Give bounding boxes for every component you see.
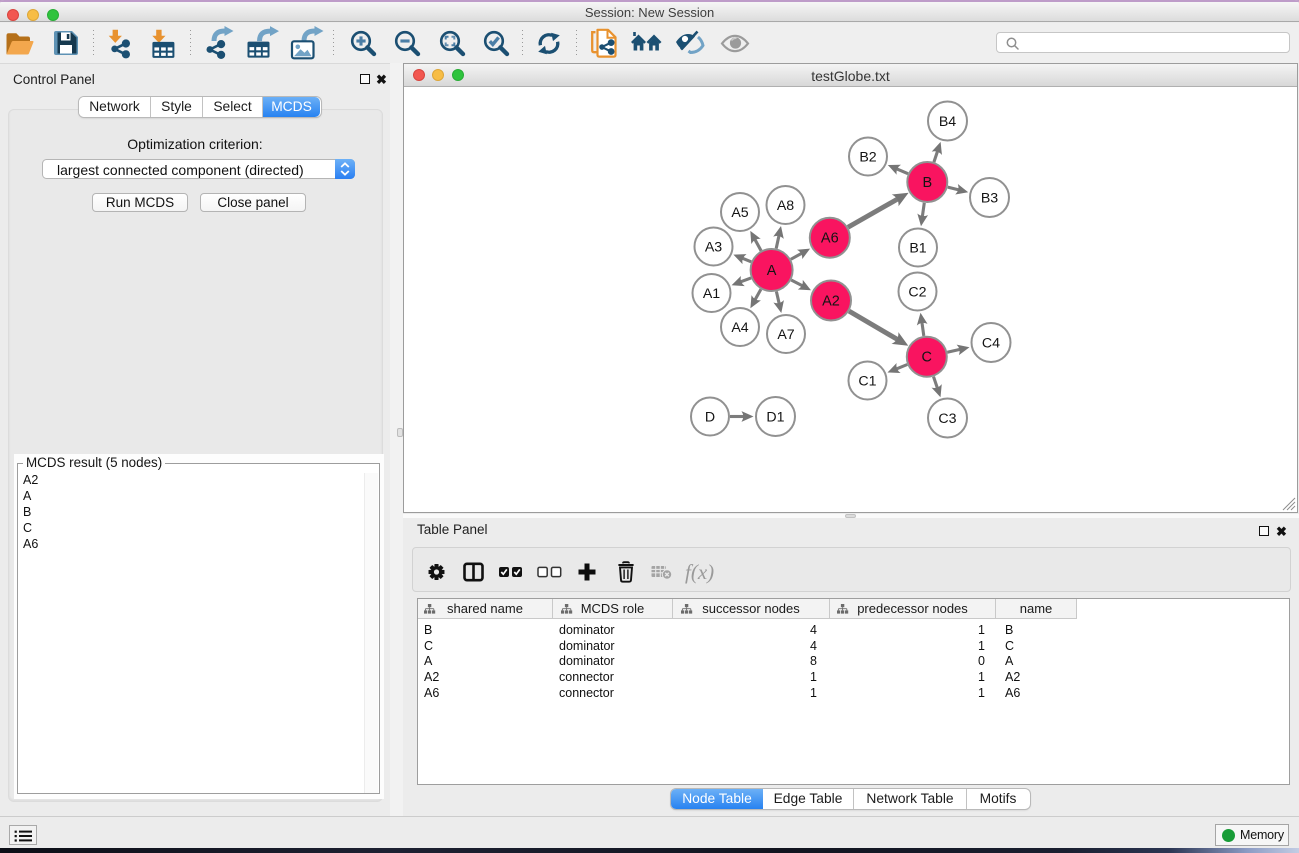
svg-text:B1: B1 bbox=[909, 240, 926, 256]
svg-text:B3: B3 bbox=[981, 190, 998, 206]
svg-text:A5: A5 bbox=[731, 205, 748, 221]
svg-text:C1: C1 bbox=[858, 373, 876, 389]
svg-text:C4: C4 bbox=[982, 335, 1000, 351]
svg-text:C2: C2 bbox=[908, 284, 926, 300]
svg-text:f(x): f(x) bbox=[685, 560, 714, 584]
svg-text:A4: A4 bbox=[731, 320, 748, 336]
svg-text:A: A bbox=[767, 263, 777, 279]
svg-text:B4: B4 bbox=[939, 114, 956, 130]
svg-text:A1: A1 bbox=[703, 286, 720, 302]
svg-text:D1: D1 bbox=[766, 409, 784, 425]
svg-text:A8: A8 bbox=[777, 198, 794, 214]
svg-text:C: C bbox=[922, 350, 932, 366]
svg-text:A7: A7 bbox=[777, 327, 794, 343]
svg-text:A2: A2 bbox=[822, 293, 840, 309]
svg-text:A3: A3 bbox=[705, 239, 722, 255]
svg-text:B: B bbox=[922, 175, 932, 191]
svg-text:A6: A6 bbox=[821, 231, 839, 247]
svg-text:C3: C3 bbox=[938, 411, 956, 427]
svg-text:B2: B2 bbox=[859, 149, 876, 165]
svg-text:D: D bbox=[705, 409, 715, 425]
